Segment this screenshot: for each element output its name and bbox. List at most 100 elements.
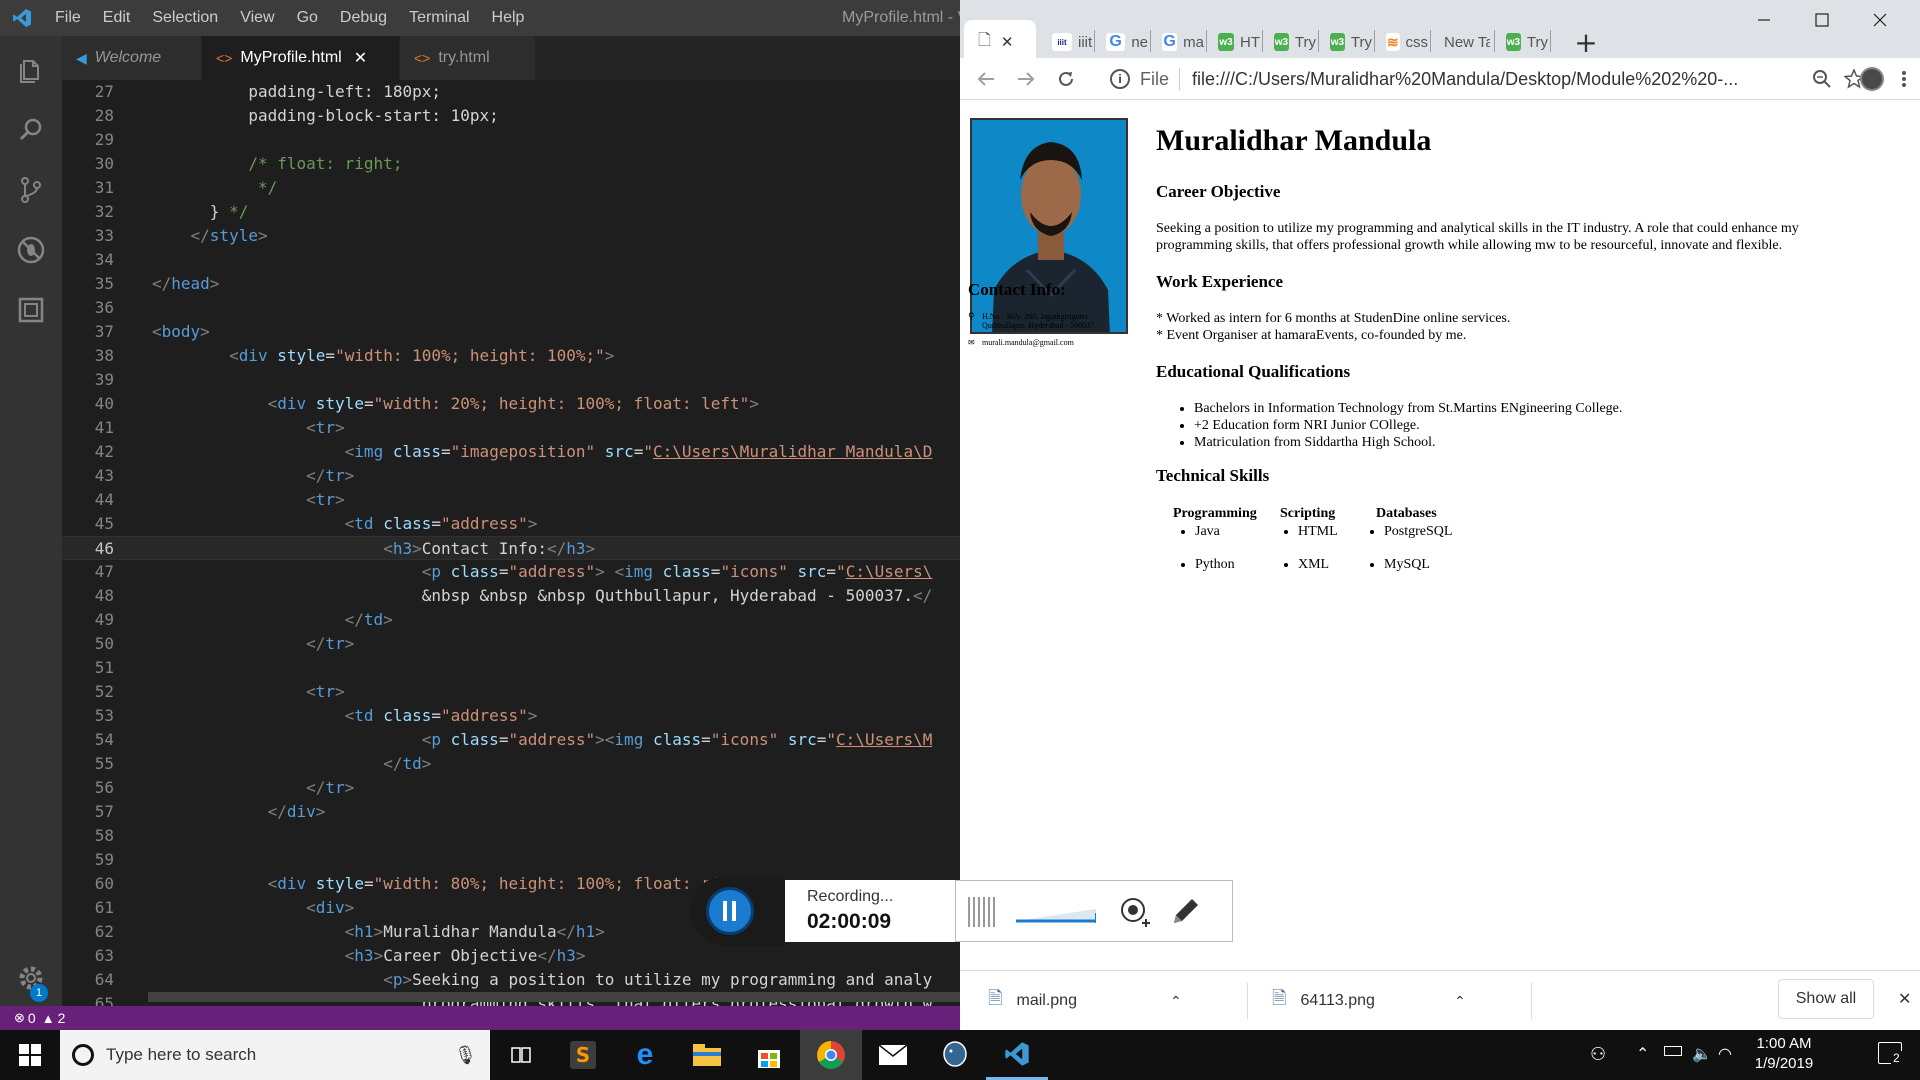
line-number: 45	[94, 514, 114, 533]
close-downloads-icon[interactable]: ✕	[1898, 989, 1911, 1008]
menu-selection[interactable]: Selection	[141, 9, 229, 27]
tab-label: try.html	[438, 49, 490, 66]
horizontal-scrollbar[interactable]	[148, 992, 960, 1002]
chevron-up-icon[interactable]: ⌃	[1636, 1044, 1649, 1064]
wifi-icon[interactable]: ◠	[1718, 1044, 1732, 1064]
close-icon[interactable]: ✕	[354, 48, 367, 68]
tab-try[interactable]: <> try.html	[400, 36, 536, 80]
clock[interactable]: 1:00 AM 1/9/2019	[1740, 1034, 1828, 1074]
notification-icon[interactable]: 2	[1878, 1042, 1902, 1065]
menu-help[interactable]: Help	[481, 9, 536, 27]
menu-view[interactable]: View	[229, 9, 285, 27]
extensions-icon[interactable]	[0, 280, 62, 340]
w3-icon: w3	[1274, 33, 1289, 51]
line-number: 43	[94, 466, 114, 485]
line-number: 56	[94, 778, 114, 797]
menu-file[interactable]: File	[44, 9, 92, 27]
error-count[interactable]: 0	[28, 1010, 36, 1026]
vscode-logo-icon	[0, 0, 44, 36]
chrome-icon[interactable]	[800, 1030, 862, 1080]
settings-badge: 1	[30, 984, 48, 1002]
maximize-icon[interactable]	[1794, 0, 1850, 40]
explorer-icon[interactable]	[0, 40, 62, 100]
microphone-icon[interactable]: 🎙	[454, 1045, 477, 1066]
file-explorer-icon[interactable]	[676, 1030, 738, 1080]
image-file-icon: 🗎	[988, 988, 1003, 1008]
line-number: 35	[94, 274, 114, 293]
volume-icon[interactable]: 🔈	[1692, 1044, 1712, 1064]
recording-time: 02:00:09	[807, 910, 892, 933]
url-text[interactable]: file:///C:/Users/Muralidhar%20Mandula/De…	[1192, 69, 1738, 90]
html-icon: <>	[414, 50, 431, 66]
tab-welcome[interactable]: ◀ Welcome	[62, 36, 202, 80]
warning-count[interactable]: 2	[58, 1010, 66, 1026]
page-icon: 🗋	[978, 31, 991, 49]
edge-icon[interactable]: e	[614, 1030, 676, 1080]
line-number: 53	[94, 706, 114, 725]
downloads-bar: 🗎 mail.png ⌃ 🗎 64113.png ⌃ Show all ✕	[960, 970, 1920, 1030]
taskbar-search[interactable]: Type here to search 🎙	[60, 1030, 490, 1080]
image-file-icon: 🗎	[1272, 988, 1287, 1008]
line-number: 44	[94, 490, 114, 509]
sublime-text-icon[interactable]: S	[552, 1030, 614, 1080]
mail-icon[interactable]	[862, 1030, 924, 1080]
line-number: 36	[94, 298, 114, 317]
download-item[interactable]: 🗎 mail.png ⌃	[988, 971, 1198, 1031]
line-number: 34	[94, 250, 114, 269]
code-editor[interactable]: 27 padding-left: 180px; 28 padding-block…	[62, 80, 960, 1012]
volume-slider[interactable]	[1016, 901, 1097, 923]
line-number: 30	[94, 154, 114, 173]
pause-button[interactable]	[706, 887, 754, 935]
minimize-icon[interactable]	[1736, 0, 1792, 40]
postgresql-icon[interactable]	[924, 1030, 986, 1080]
menu-debug[interactable]: Debug	[329, 9, 398, 27]
line-number: 28	[94, 106, 114, 125]
tab-label: ma	[1183, 33, 1204, 51]
location-pin-icon: ⚲	[968, 311, 975, 321]
line-number: 58	[94, 826, 114, 845]
search-icon[interactable]	[0, 100, 62, 160]
vscode-taskbar-icon[interactable]	[986, 1030, 1048, 1080]
menu-edit[interactable]: Edit	[92, 9, 142, 27]
tab-myprofile[interactable]: <> MyProfile.html ✕	[202, 36, 400, 80]
settings-gear-icon[interactable]: 1	[0, 948, 62, 1008]
error-icon[interactable]: ⊗	[14, 1010, 25, 1026]
scheme-label: File	[1140, 68, 1170, 89]
task-view-icon[interactable]	[490, 1030, 552, 1080]
chevron-up-icon[interactable]: ⌃	[1170, 993, 1182, 1010]
store-icon[interactable]	[738, 1030, 800, 1080]
address-bar[interactable]: i File file:///C:/Users/Muralidhar%20Man…	[1100, 62, 1790, 96]
menu-terminal[interactable]: Terminal	[398, 9, 480, 27]
work-item: * Event Organiser at hamaraEvents, co-fo…	[1156, 328, 1467, 343]
webcam-icon[interactable]	[1118, 895, 1152, 933]
line-number: 52	[94, 682, 114, 701]
close-window-icon[interactable]	[1852, 0, 1908, 40]
chrome-toolbar: i File file:///C:/Users/Muralidhar%20Man…	[960, 58, 1920, 100]
tab-label: MyProfile.html	[240, 49, 342, 66]
show-all-button[interactable]: Show all	[1778, 979, 1874, 1019]
menu-dots-icon[interactable]	[1884, 58, 1920, 100]
clock-time: 1:00 AM	[1756, 1035, 1812, 1052]
skill-item: PostgreSQL	[1384, 523, 1452, 540]
tab-close-icon[interactable]: ✕	[1001, 33, 1014, 51]
vscode-icon: ◀	[76, 49, 87, 66]
warning-icon[interactable]: ▲	[42, 1011, 55, 1026]
chevron-up-icon[interactable]: ⌃	[1454, 993, 1466, 1010]
email-text: murali.mandula@gmail.com	[982, 338, 1074, 347]
status-bar: ⊗ 0 ▲ 2	[0, 1006, 960, 1030]
battery-icon[interactable]	[1664, 1046, 1682, 1056]
address-block: ⚲ H.No : 36A- 260, Jagathgirigutta Quthb…	[968, 311, 1118, 348]
windows-start-icon[interactable]	[0, 1030, 60, 1080]
reload-icon[interactable]	[1046, 58, 1086, 100]
back-arrow-icon[interactable]	[966, 58, 1006, 100]
tab-label: Welcome	[94, 49, 162, 66]
source-control-icon[interactable]	[0, 160, 62, 220]
pen-icon[interactable]	[1168, 895, 1202, 933]
skills-header: Databases	[1376, 506, 1437, 521]
debug-icon[interactable]	[0, 220, 62, 280]
info-icon[interactable]: i	[1110, 69, 1130, 89]
people-icon[interactable]: ⚇	[1590, 1044, 1606, 1065]
forward-arrow-icon[interactable]	[1006, 58, 1046, 100]
download-item[interactable]: 🗎 64113.png ⌃	[1272, 971, 1482, 1031]
menu-go[interactable]: Go	[286, 9, 329, 27]
